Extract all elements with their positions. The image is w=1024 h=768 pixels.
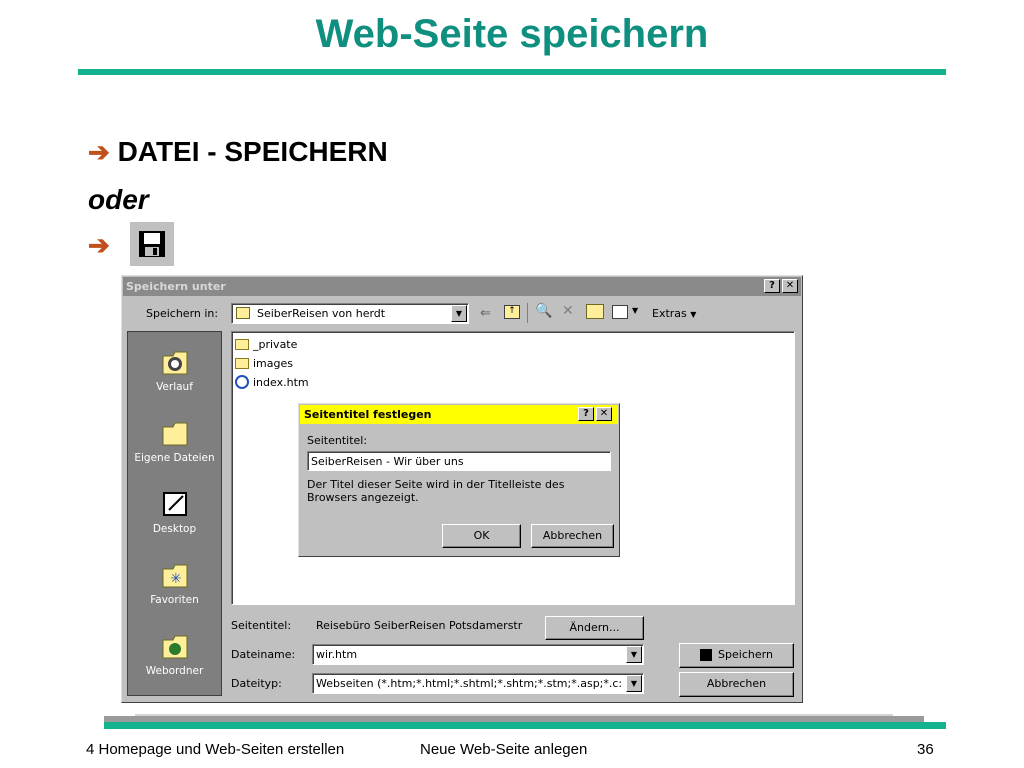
delete-icon[interactable]: ✕ — [562, 303, 574, 319]
filetype-value: Webseiten (*.htm;*.html;*.shtml;*.shtm;*… — [316, 677, 623, 690]
close-button[interactable]: ✕ — [596, 407, 612, 421]
toolbar-separator — [527, 303, 528, 323]
filetype-dropdown[interactable]: Webseiten (*.htm;*.html;*.shtml;*.shtm;*… — [312, 673, 644, 694]
set-page-title-dialog: Seitentitel festlegen ? ✕ Seitentitel: S… — [298, 403, 620, 557]
filename-label: Dateiname: — [231, 648, 296, 661]
save-button[interactable]: Speichern — [679, 643, 794, 668]
up-folder-icon[interactable]: ↑ — [504, 305, 520, 319]
place-label: Desktop — [152, 523, 197, 535]
help-button[interactable]: ? — [578, 407, 594, 421]
web-folders-icon — [159, 630, 191, 662]
help-button[interactable]: ? — [764, 279, 780, 293]
filetype-label: Dateityp: — [231, 677, 282, 690]
chevron-down-icon[interactable]: ▼ — [626, 646, 642, 663]
back-icon[interactable]: ⇐ — [480, 306, 491, 321]
save-in-dropdown[interactable]: SeiberReisen von herdt ▼ — [231, 303, 469, 324]
save-in-label: Speichern in: — [146, 307, 219, 320]
chevron-down-icon: ▼ — [690, 310, 697, 319]
list-item[interactable]: images — [235, 355, 293, 371]
page-title-label: Seitentitel: — [231, 619, 292, 632]
floppy-disk-icon — [700, 649, 713, 661]
dialog-titlebar[interactable]: Speichern unter ? ✕ — [123, 277, 801, 296]
bullet-or: oder — [88, 184, 149, 215]
place-history[interactable]: Verlauf — [128, 346, 221, 393]
ok-button[interactable]: OK — [442, 524, 521, 548]
page-title-input[interactable]: SeiberReisen - Wir über uns — [307, 451, 611, 471]
svg-text:✳: ✳ — [170, 571, 182, 587]
file-name: images — [253, 356, 293, 370]
place-label: Favoriten — [150, 594, 199, 606]
page-title-field-label: Seitentitel: — [307, 434, 368, 447]
filename-field[interactable]: wir.htm ▼ — [312, 644, 644, 665]
history-icon — [159, 346, 191, 378]
subdialog-title: Seitentitel festlegen — [304, 408, 432, 421]
extras-label: Extras — [652, 307, 687, 320]
cancel-button[interactable]: Abbrechen — [531, 524, 614, 548]
chevron-down-icon[interactable]: ▼ — [626, 675, 642, 692]
chevron-down-icon[interactable]: ▼ — [451, 305, 467, 322]
place-label: Webordner — [145, 665, 204, 677]
change-title-button[interactable]: Ändern... — [545, 616, 644, 640]
views-dropdown-icon[interactable]: ▼ — [632, 306, 638, 315]
footer-section: Neue Web-Seite anlegen — [420, 741, 588, 758]
footer-chapter: 4 Homepage und Web-Seiten erstellen — [86, 741, 345, 758]
page-title-input-value: SeiberReisen - Wir über uns — [311, 455, 464, 468]
place-my-documents[interactable]: Eigene Dateien — [128, 417, 221, 464]
place-label: Eigene Dateien — [134, 452, 215, 464]
place-web-folders[interactable]: Webordner — [128, 630, 221, 677]
filename-value: wir.htm — [316, 648, 358, 661]
save-in-value: SeiberReisen von herdt — [257, 307, 386, 320]
search-web-icon[interactable]: 🔍 — [535, 303, 552, 319]
views-icon[interactable] — [612, 305, 628, 319]
close-button[interactable]: ✕ — [782, 279, 798, 293]
floppy-disk-icon[interactable] — [130, 222, 174, 266]
bullet-menu-text: DATEI - SPEICHERN — [117, 136, 388, 167]
cancel-button[interactable]: Abbrechen — [679, 672, 794, 697]
arrow-bullet-icon: ➔ — [88, 137, 110, 167]
list-item[interactable]: _private — [235, 336, 297, 352]
folder-icon — [235, 357, 249, 369]
subdialog-titlebar[interactable]: Seitentitel festlegen ? ✕ — [300, 405, 618, 424]
web-folder-icon — [236, 307, 250, 319]
place-label: Verlauf — [156, 381, 193, 393]
page-number: 36 — [917, 741, 934, 758]
place-desktop[interactable]: Desktop — [128, 488, 221, 535]
extras-menu[interactable]: Extras ▼ — [652, 307, 696, 320]
save-button-label: Speichern — [718, 648, 773, 661]
arrow-bullet-icon: ➔ — [88, 230, 110, 260]
subdialog-description: Der Titel dieser Seite wird in der Titel… — [307, 478, 565, 504]
bullet-menu-path: ➔ DATEI - SPEICHERN — [88, 136, 388, 168]
folder-icon — [235, 338, 249, 350]
dialog-title: Speichern unter — [126, 280, 226, 293]
list-item[interactable]: index.htm — [235, 374, 309, 390]
slide-title: Web-Seite speichern — [315, 12, 709, 56]
desktop-icon — [159, 488, 191, 520]
footer-divider — [104, 722, 946, 729]
place-favorites[interactable]: ✳ Favoriten — [128, 559, 221, 606]
file-name: _private — [253, 337, 298, 351]
my-documents-icon — [159, 417, 191, 449]
places-bar: Verlauf Eigene Dateien Desktop ✳ Favorit… — [127, 331, 222, 696]
new-folder-icon[interactable] — [586, 304, 604, 319]
favorites-icon: ✳ — [159, 559, 191, 591]
html-file-icon — [235, 375, 249, 389]
title-divider — [78, 69, 946, 75]
file-name: index.htm — [253, 375, 309, 389]
page-title-value: Reisebüro SeiberReisen Potsdamerstr — [316, 619, 523, 632]
